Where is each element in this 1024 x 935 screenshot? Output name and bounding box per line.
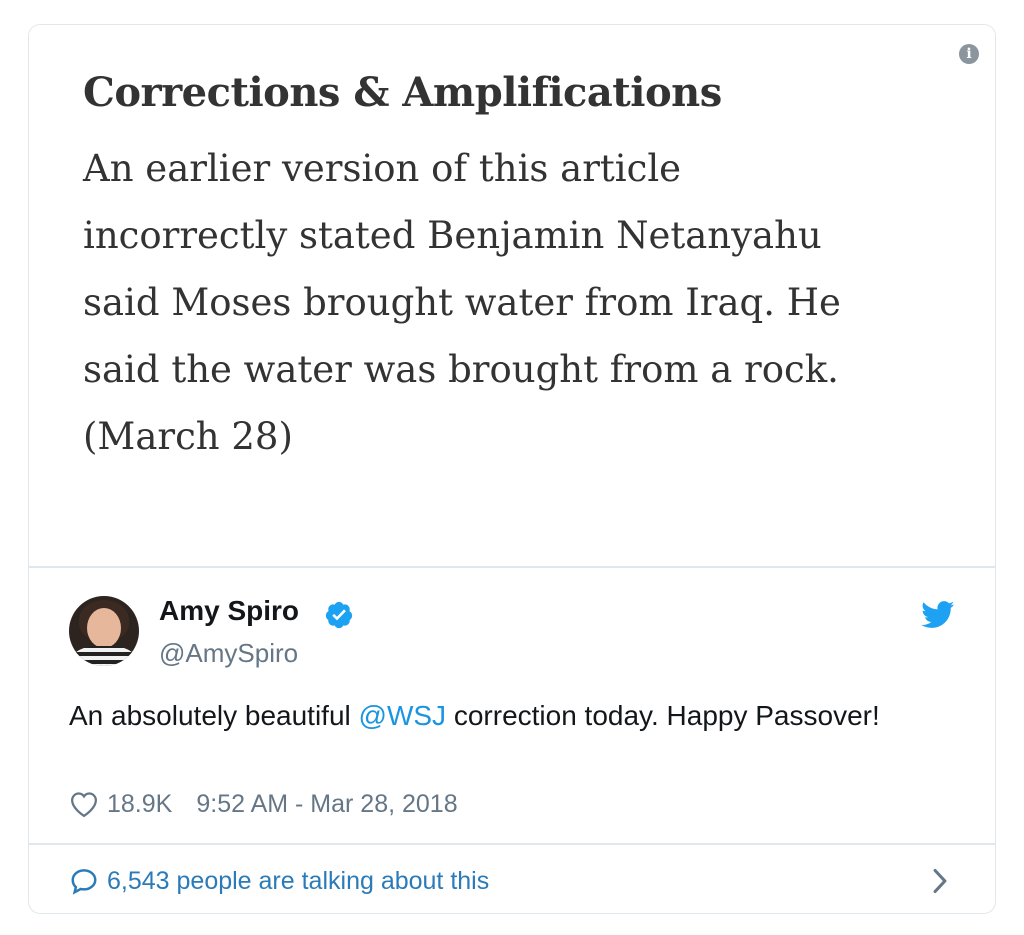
talking-count-text[interactable]: 6,543 people are talking about this bbox=[107, 867, 489, 896]
avatar[interactable] bbox=[69, 596, 139, 666]
correction-line: An earlier version of this article bbox=[83, 147, 682, 190]
correction-title: Corrections & Amplifications bbox=[83, 69, 722, 116]
tweet-text: An absolutely beautiful @WSJ correction … bbox=[69, 695, 949, 737]
correction-line: incorrectly stated Benjamin Netanyahu bbox=[83, 214, 822, 257]
author-name[interactable]: Amy Spiro bbox=[159, 595, 299, 627]
verified-badge-icon bbox=[325, 601, 353, 629]
correction-body: An earlier version of this article incor… bbox=[83, 135, 953, 470]
correction-line: said the water was brought from a rock. bbox=[83, 348, 839, 391]
speech-bubble-icon bbox=[71, 869, 97, 895]
tweet-text-part: An absolutely beautiful bbox=[69, 700, 359, 731]
divider bbox=[29, 566, 995, 568]
heart-icon[interactable] bbox=[69, 790, 99, 818]
tweet-text-part: correction today. Happy Passover! bbox=[446, 700, 880, 731]
conversation-link[interactable]: 6,543 people are talking about this bbox=[69, 863, 489, 899]
author-handle[interactable]: @AmySpiro bbox=[159, 638, 298, 669]
divider bbox=[29, 843, 995, 845]
timestamp[interactable]: 9:52 AM - Mar 28, 2018 bbox=[196, 790, 457, 819]
twitter-bird-icon[interactable] bbox=[921, 601, 955, 629]
chevron-right-icon[interactable] bbox=[931, 867, 949, 895]
correction-line: (March 28) bbox=[83, 415, 293, 458]
article-correction-image[interactable]: i Corrections & Amplifications An earlie… bbox=[29, 25, 995, 566]
like-count[interactable]: 18.9K bbox=[107, 790, 172, 819]
info-icon[interactable]: i bbox=[959, 44, 979, 64]
mention-link[interactable]: @WSJ bbox=[359, 700, 447, 731]
tweet-meta: 18.9K 9:52 AM - Mar 28, 2018 bbox=[69, 787, 458, 821]
correction-line: said Moses brought water from Iraq. He bbox=[83, 281, 841, 324]
tweet-embed-card: i Corrections & Amplifications An earlie… bbox=[28, 24, 996, 914]
